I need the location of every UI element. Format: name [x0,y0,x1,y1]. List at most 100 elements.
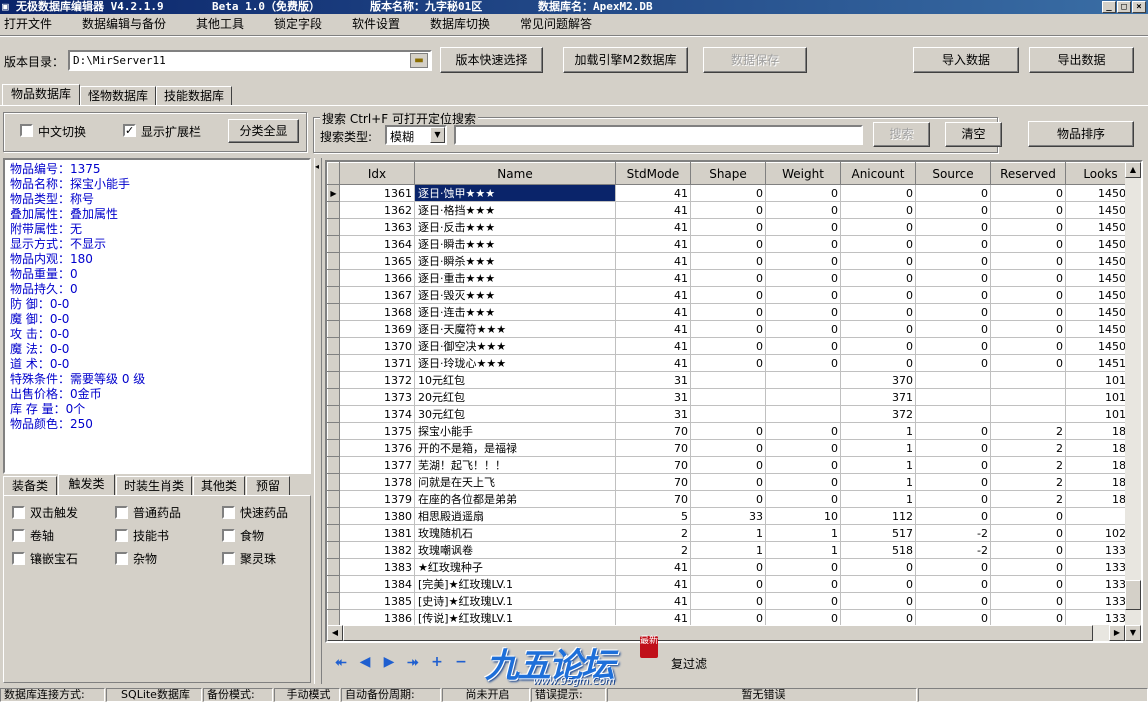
table-cell[interactable]: 逐日·天魔符★★★ [414,320,616,338]
table-cell[interactable]: 0 [915,575,991,593]
table-cell[interactable]: 0 [990,609,1066,627]
table-cell[interactable]: -2 [915,524,991,542]
table-cell[interactable]: 1382 [339,541,415,559]
table-cell[interactable]: 1361 [339,184,415,202]
table-cell[interactable]: 1 [840,422,916,440]
table-cell[interactable]: 0 [765,456,841,474]
table-cell[interactable]: 0 [765,558,841,576]
table-cell[interactable]: 0 [690,337,766,355]
table-cell[interactable]: 0 [915,235,991,253]
minimize-button[interactable]: _ [1102,1,1116,13]
table-row[interactable]: 1385 [史诗]★红玫瑰LV.1 41 0 0 0 0 0 1339 [327,592,1136,610]
table-cell[interactable]: 0 [765,218,841,236]
row-indicator[interactable] [327,507,340,525]
table-cell[interactable]: -2 [915,541,991,559]
tab-skills[interactable]: 技能数据库 [156,86,232,106]
table-row[interactable]: ▶ 1361 逐日·蚀甲★★★ 41 0 0 0 0 0 14500 [327,184,1136,202]
table-cell[interactable]: 0 [915,303,991,321]
row-indicator[interactable] [327,439,340,457]
table-cell[interactable]: [传说]★红玫瑰LV.1 [414,609,616,627]
table-cell[interactable]: 0 [915,456,991,474]
table-row[interactable]: 1371 逐日·玲珑心★★★ 41 0 0 0 0 0 14510 [327,354,1136,372]
table-row[interactable]: 1366 逐日·重击★★★ 41 0 0 0 0 0 14505 [327,269,1136,287]
table-cell[interactable] [915,371,991,389]
table-cell[interactable]: 1 [840,456,916,474]
table-cell[interactable]: 0 [990,184,1066,202]
table-cell[interactable]: 0 [840,303,916,321]
table-cell[interactable]: 1368 [339,303,415,321]
table-cell[interactable]: 0 [990,592,1066,610]
table-cell[interactable]: 逐日·毁灭★★★ [414,286,616,304]
table-row[interactable]: 1373 20元红包 31 371 1018 [327,388,1136,406]
row-indicator[interactable] [327,354,340,372]
table-cell[interactable]: 0 [990,286,1066,304]
table-cell[interactable]: 逐日·反击★★★ [414,218,616,236]
table-cell[interactable]: 0 [840,184,916,202]
table-cell[interactable]: 在座的各位都是弟弟 [414,490,616,508]
table-row[interactable]: 1368 逐日·连击★★★ 41 0 0 0 0 0 14507 [327,303,1136,321]
row-indicator[interactable] [327,456,340,474]
table-cell[interactable]: 0 [990,337,1066,355]
table-cell[interactable]: 0 [840,320,916,338]
table-cell[interactable]: 41 [615,320,691,338]
chinese-switch-checkbox[interactable] [20,124,33,137]
table-cell[interactable]: 372 [840,405,916,423]
table-cell[interactable] [915,405,991,423]
table-cell[interactable]: 41 [615,269,691,287]
load-engine-button[interactable]: 加载引擎M2数据库 [563,47,688,73]
table-cell[interactable] [690,371,766,389]
table-cell[interactable] [990,388,1066,406]
table-cell[interactable]: 0 [915,201,991,219]
show-all-button[interactable]: 分类全显 [228,119,299,143]
table-cell[interactable]: 70 [615,456,691,474]
table-row[interactable]: 1365 逐日·瞬杀★★★ 41 0 0 0 0 0 14504 [327,252,1136,270]
table-cell[interactable]: 0 [765,286,841,304]
filter-label[interactable]: 复过滤 [671,655,707,672]
tab-trigger[interactable]: 触发类 [58,474,115,496]
table-cell[interactable]: 41 [615,235,691,253]
scroll-left-icon[interactable]: ◀ [327,625,343,641]
row-indicator[interactable] [327,609,340,627]
table-cell[interactable]: 1373 [339,388,415,406]
column-header[interactable]: Anicount [840,162,916,185]
table-cell[interactable]: 31 [615,371,691,389]
table-cell[interactable]: 0 [990,320,1066,338]
menu-faq[interactable]: 常见问题解答 [520,16,592,32]
splitter-handle[interactable]: ◂ [314,158,322,684]
row-indicator[interactable]: ▶ [327,184,340,202]
table-cell[interactable]: 10元红包 [414,371,616,389]
table-cell[interactable]: 1372 [339,371,415,389]
table-cell[interactable]: 0 [990,269,1066,287]
row-indicator[interactable] [327,235,340,253]
table-cell[interactable]: 0 [915,592,991,610]
table-cell[interactable]: 41 [615,218,691,236]
table-cell[interactable]: 0 [765,320,841,338]
table-cell[interactable]: 5 [615,507,691,525]
column-header[interactable]: Reserved [990,162,1066,185]
table-row[interactable]: 1383 ★红玫瑰种子 41 0 0 0 0 0 1338 [327,558,1136,576]
table-row[interactable]: 1372 10元红包 31 370 1018 [327,371,1136,389]
table-cell[interactable]: 逐日·连击★★★ [414,303,616,321]
table-row[interactable]: 1384 [完美]★红玫瑰LV.1 41 0 0 0 0 0 1338 [327,575,1136,593]
scroll-thumb[interactable] [1125,580,1141,610]
row-indicator[interactable] [327,490,340,508]
column-header[interactable]: Source [915,162,991,185]
row-indicator[interactable] [327,524,340,542]
row-indicator[interactable] [327,218,340,236]
table-cell[interactable]: 0 [765,337,841,355]
table-cell[interactable]: 2 [615,541,691,559]
table-cell[interactable]: 0 [690,439,766,457]
delete-record-icon[interactable]: − [453,654,469,670]
table-cell[interactable]: 0 [765,303,841,321]
table-cell[interactable]: 0 [690,269,766,287]
menu-other-tools[interactable]: 其他工具 [196,16,244,32]
table-row[interactable]: 1379 在座的各位都是弟弟 70 0 0 1 0 2 180 [327,490,1136,508]
table-cell[interactable]: 31 [615,405,691,423]
table-cell[interactable]: 0 [765,235,841,253]
table-cell[interactable]: 0 [690,286,766,304]
table-cell[interactable]: 逐日·蚀甲★★★ [414,184,616,202]
table-cell[interactable]: 0 [840,354,916,372]
table-cell[interactable]: 1364 [339,235,415,253]
table-cell[interactable]: 0 [990,524,1066,542]
row-indicator[interactable] [327,269,340,287]
